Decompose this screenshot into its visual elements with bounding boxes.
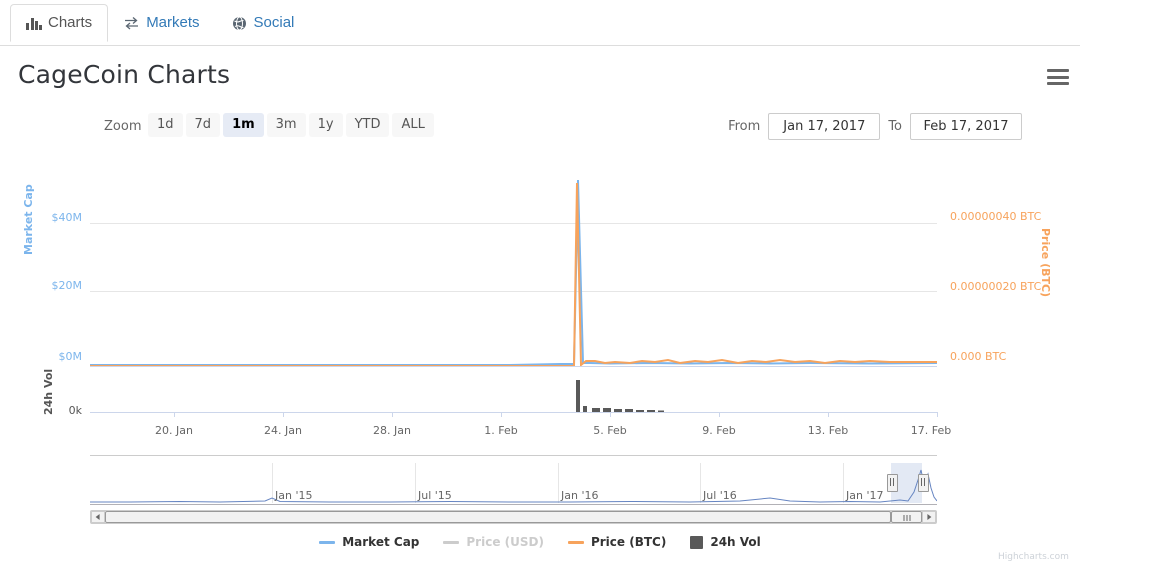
- scrollbar-handle-grip[interactable]: [891, 511, 922, 523]
- tab-charts-label: Charts: [48, 14, 93, 31]
- navigator-x-label: Jan '16: [561, 489, 599, 502]
- navigator-x-label: Jan '15: [275, 489, 313, 502]
- bar-chart-icon: [26, 16, 42, 30]
- page-title: CageCoin Charts: [18, 60, 231, 89]
- scrollbar-thumb[interactable]: [105, 511, 891, 523]
- legend-item-price-usd[interactable]: Price (USD): [443, 535, 544, 549]
- tab-social[interactable]: Social: [216, 4, 311, 42]
- zoom-button-group: 1d 7d 1m 3m 1y YTD ALL: [148, 113, 434, 138]
- legend-item-market-cap[interactable]: Market Cap: [319, 535, 419, 549]
- x-axis-label: 1. Feb: [484, 424, 518, 437]
- legend-line-icon: [319, 540, 336, 544]
- stock-chart: Market Cap 24h Vol Price (BTC) $40M $20M…: [0, 150, 1151, 567]
- highcharts-credit[interactable]: Highcharts.com: [998, 552, 1069, 562]
- market-cap-tick-40m: $40M: [51, 211, 83, 224]
- zoom-button-3m[interactable]: 3m: [266, 113, 306, 138]
- main-plot-baseline: [90, 366, 937, 367]
- price-btc-tick-0: 0.000 BTC: [950, 350, 1007, 363]
- legend-label: Price (BTC): [590, 535, 667, 549]
- chart-legend: Market Cap Price (USD) Price (BTC) 24h V…: [0, 535, 1080, 549]
- scrollbar-left-arrow-icon[interactable]: [91, 511, 105, 523]
- tab-charts[interactable]: Charts: [10, 4, 109, 42]
- zoom-button-7d[interactable]: 7d: [185, 113, 221, 138]
- navigator-x-label: Jul '15: [418, 489, 452, 502]
- hamburger-menu-icon[interactable]: [1047, 66, 1069, 88]
- x-tick-mark: [719, 412, 720, 417]
- globe-icon: [232, 16, 247, 30]
- navigator-x-label: Jul '16: [703, 489, 737, 502]
- tab-list: Charts Markets Social: [10, 4, 310, 42]
- market-cap-tick-0m: $0M: [58, 350, 83, 363]
- range-selector: Zoom 1d 7d 1m 3m 1y YTD ALL From Jan 17,…: [0, 113, 1080, 143]
- x-tick-mark: [283, 412, 284, 417]
- volume-bar: [576, 380, 580, 412]
- x-axis-label: 13. Feb: [807, 424, 849, 437]
- x-axis-label: 28. Jan: [373, 424, 411, 437]
- legend-line-icon: [443, 540, 460, 544]
- charts-page: Charts Markets Social CageCoin Charts Zo…: [0, 0, 1151, 567]
- navigator-right-handle[interactable]: [918, 474, 929, 492]
- tab-markets[interactable]: Markets: [108, 4, 215, 42]
- price-btc-tick-20: 0.00000020 BTC: [950, 280, 1042, 293]
- scrollbar-right-arrow-icon[interactable]: [922, 511, 936, 523]
- series-price-btc: [90, 182, 937, 366]
- x-axis-label: 5. Feb: [593, 424, 627, 437]
- zoom-button-all[interactable]: ALL: [392, 113, 434, 138]
- date-range-inputs: From Jan 17, 2017 To Feb 17, 2017: [728, 113, 1022, 140]
- legend-label: Price (USD): [466, 535, 544, 549]
- zoom-button-1y[interactable]: 1y: [308, 113, 343, 138]
- zoom-button-1m[interactable]: 1m: [223, 113, 264, 138]
- x-axis-label: 17. Feb: [910, 424, 952, 437]
- legend-label: 24h Vol: [710, 535, 761, 549]
- tab-markets-label: Markets: [146, 14, 200, 31]
- x-tick-mark: [828, 412, 829, 417]
- navigator-top-rule: [90, 455, 937, 456]
- navigator-baseline: [90, 504, 937, 505]
- grip-icon: [903, 515, 910, 521]
- legend-square-icon: [690, 535, 704, 549]
- tab-bar: Charts Markets Social: [0, 0, 1080, 46]
- series-market-cap: [90, 179, 937, 366]
- zoom-button-ytd[interactable]: YTD: [345, 113, 390, 138]
- navigator-x-label: Jan '17: [846, 489, 884, 502]
- volume-tick-0k: 0k: [68, 404, 82, 417]
- legend-item-price-btc[interactable]: Price (BTC): [567, 535, 667, 549]
- x-axis-label: 24. Jan: [264, 424, 302, 437]
- chart-scrollbar[interactable]: [90, 510, 937, 524]
- x-axis-label: 9. Feb: [702, 424, 736, 437]
- volume-plot-baseline: [90, 412, 937, 413]
- x-axis-label: 20. Jan: [155, 424, 193, 437]
- from-label: From: [728, 119, 761, 134]
- legend-item-24h-vol[interactable]: 24h Vol: [690, 535, 761, 549]
- tab-bar-rule: [0, 45, 1080, 46]
- legend-line-icon: [567, 540, 584, 544]
- from-date-input[interactable]: Jan 17, 2017: [768, 113, 881, 140]
- price-btc-tick-40: 0.00000040 BTC: [950, 210, 1042, 223]
- volume-bars: [576, 380, 664, 412]
- market-cap-tick-20m: $20M: [51, 279, 83, 292]
- x-tick-mark: [937, 412, 938, 417]
- chart-navigator[interactable]: Jan '15 Jul '15 Jan '16 Jul '16 Jan '17: [90, 455, 937, 513]
- to-date-input[interactable]: Feb 17, 2017: [910, 113, 1022, 140]
- zoom-label: Zoom: [104, 119, 142, 134]
- x-tick-mark: [501, 412, 502, 417]
- legend-label: Market Cap: [342, 535, 420, 549]
- to-label: To: [888, 119, 902, 134]
- zoom-button-1d[interactable]: 1d: [148, 113, 183, 138]
- x-tick-mark: [610, 412, 611, 417]
- x-tick-mark: [392, 412, 393, 417]
- tab-social-label: Social: [253, 14, 295, 31]
- navigator-left-handle[interactable]: [887, 474, 898, 492]
- exchange-arrows-icon: [124, 16, 139, 30]
- navigator-series: [90, 469, 937, 503]
- series-plot: [90, 179, 937, 366]
- x-tick-mark: [174, 412, 175, 417]
